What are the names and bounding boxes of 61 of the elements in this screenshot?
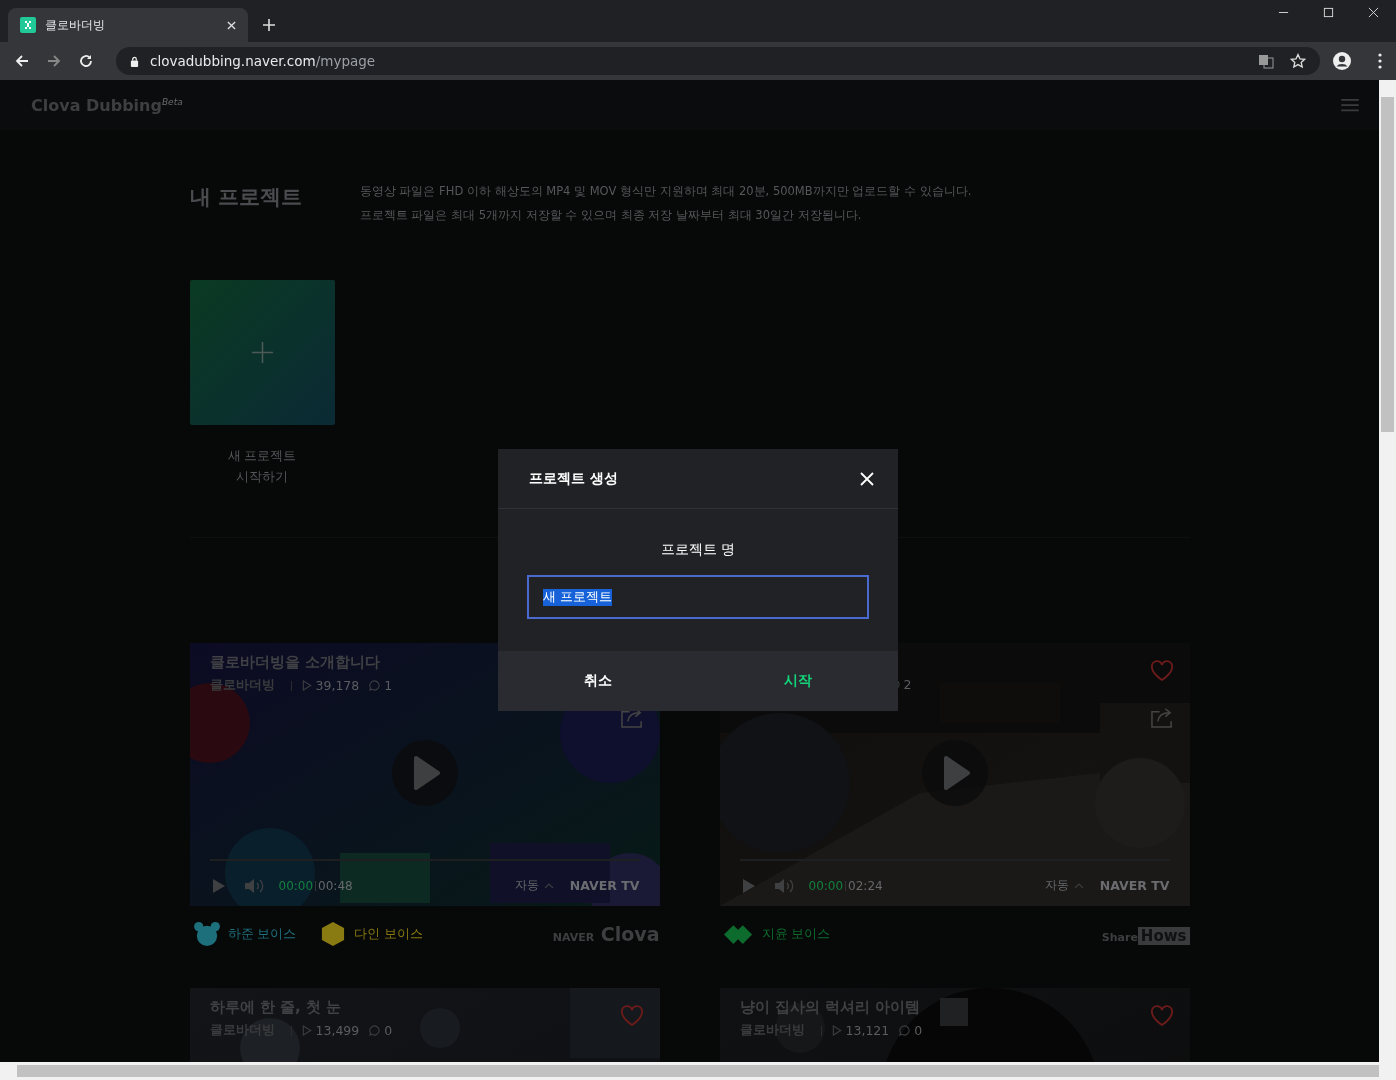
close-icon[interactable]: [227, 20, 236, 30]
view-count: 39,178: [315, 678, 360, 693]
play-button-icon[interactable]: [921, 740, 988, 806]
heart-icon[interactable]: [619, 1005, 644, 1027]
forward-icon[interactable]: [46, 53, 62, 69]
partner-logo: NAVER Clova: [552, 923, 660, 945]
share-icon[interactable]: [1149, 706, 1175, 729]
play-count-icon: [301, 1025, 312, 1036]
notice-text: 프로젝트 파일은 최대 5개까지 저장할 수 있으며 최종 저장 날짜부터 최대 30일간 저장됩니다.: [359, 207, 863, 224]
naver-tv-logo[interactable]: NAVER TV: [1099, 878, 1170, 893]
close-icon[interactable]: [1368, 7, 1379, 18]
tab-title: 클로바더빙: [45, 16, 106, 34]
comment-icon: [369, 1025, 381, 1036]
comment-count: 0: [914, 1023, 923, 1038]
comment-icon: [899, 1025, 911, 1036]
quality-selector[interactable]: 자동: [514, 877, 554, 894]
voice-tag[interactable]: 지윤 보이스: [723, 924, 831, 944]
plus-icon: [251, 342, 273, 363]
notice-text: 동영상 파일은 FHD 이하 해상도의 MP4 및 MOV 형식만 지원하며 최대 20분, 500MB까지만 업로드할 수 있습니다.: [359, 183, 972, 200]
caret-icon: [543, 882, 554, 889]
play-button-icon[interactable]: [391, 740, 458, 806]
lock-icon: [130, 55, 139, 67]
comment-count: 1: [384, 678, 393, 693]
duration: 02:24: [848, 878, 883, 893]
view-count: 13,499: [315, 1023, 360, 1038]
new-project-card[interactable]: [189, 280, 335, 425]
view-count: 13,121: [845, 1023, 890, 1038]
vertical-scrollbar[interactable]: [1379, 80, 1396, 1062]
back-icon[interactable]: [14, 53, 30, 69]
voice-tag[interactable]: 다인 보이스: [320, 922, 424, 946]
new-project-label[interactable]: 새 프로젝트 시작하기: [189, 445, 335, 487]
translate-icon[interactable]: [1258, 53, 1274, 69]
play-icon[interactable]: [742, 878, 755, 893]
browser-tab[interactable]: 클로바더빙: [8, 8, 248, 42]
horizontal-scrollbar[interactable]: [0, 1062, 1396, 1080]
reload-icon[interactable]: [78, 53, 94, 69]
profile-icon[interactable]: [1332, 51, 1352, 71]
address-bar[interactable]: clovadubbing.naver.com/mypage: [116, 47, 1320, 75]
comment-count: 2: [903, 677, 912, 692]
field-label: 프로젝트 명: [659, 541, 737, 559]
input-field[interactable]: 새 프로젝트: [527, 575, 869, 619]
caret-icon: [1073, 882, 1084, 889]
duration: 00:48: [318, 878, 353, 893]
star-icon[interactable]: [1290, 53, 1306, 69]
page-title: 내 프로젝트: [189, 184, 302, 211]
naver-tv-logo[interactable]: NAVER TV: [569, 878, 640, 893]
dialog-title: 프로젝트 생성: [529, 469, 618, 488]
heart-icon[interactable]: [1149, 660, 1174, 682]
current-time: 00:00: [278, 878, 314, 893]
current-time: 00:00: [808, 878, 844, 893]
voice-tag[interactable]: 하준 보이스: [193, 922, 297, 946]
maximize-icon[interactable]: [1323, 7, 1334, 18]
clover-icon: [20, 17, 36, 33]
quality-selector[interactable]: 자동: [1044, 877, 1084, 894]
comment-icon: [369, 680, 381, 691]
play-count-icon: [301, 680, 312, 691]
play-count-icon: [831, 1025, 842, 1036]
heart-icon[interactable]: [1149, 1005, 1174, 1027]
comment-count: 0: [384, 1023, 393, 1038]
new-tab-icon[interactable]: [262, 18, 276, 32]
menu-icon[interactable]: [1341, 98, 1359, 112]
